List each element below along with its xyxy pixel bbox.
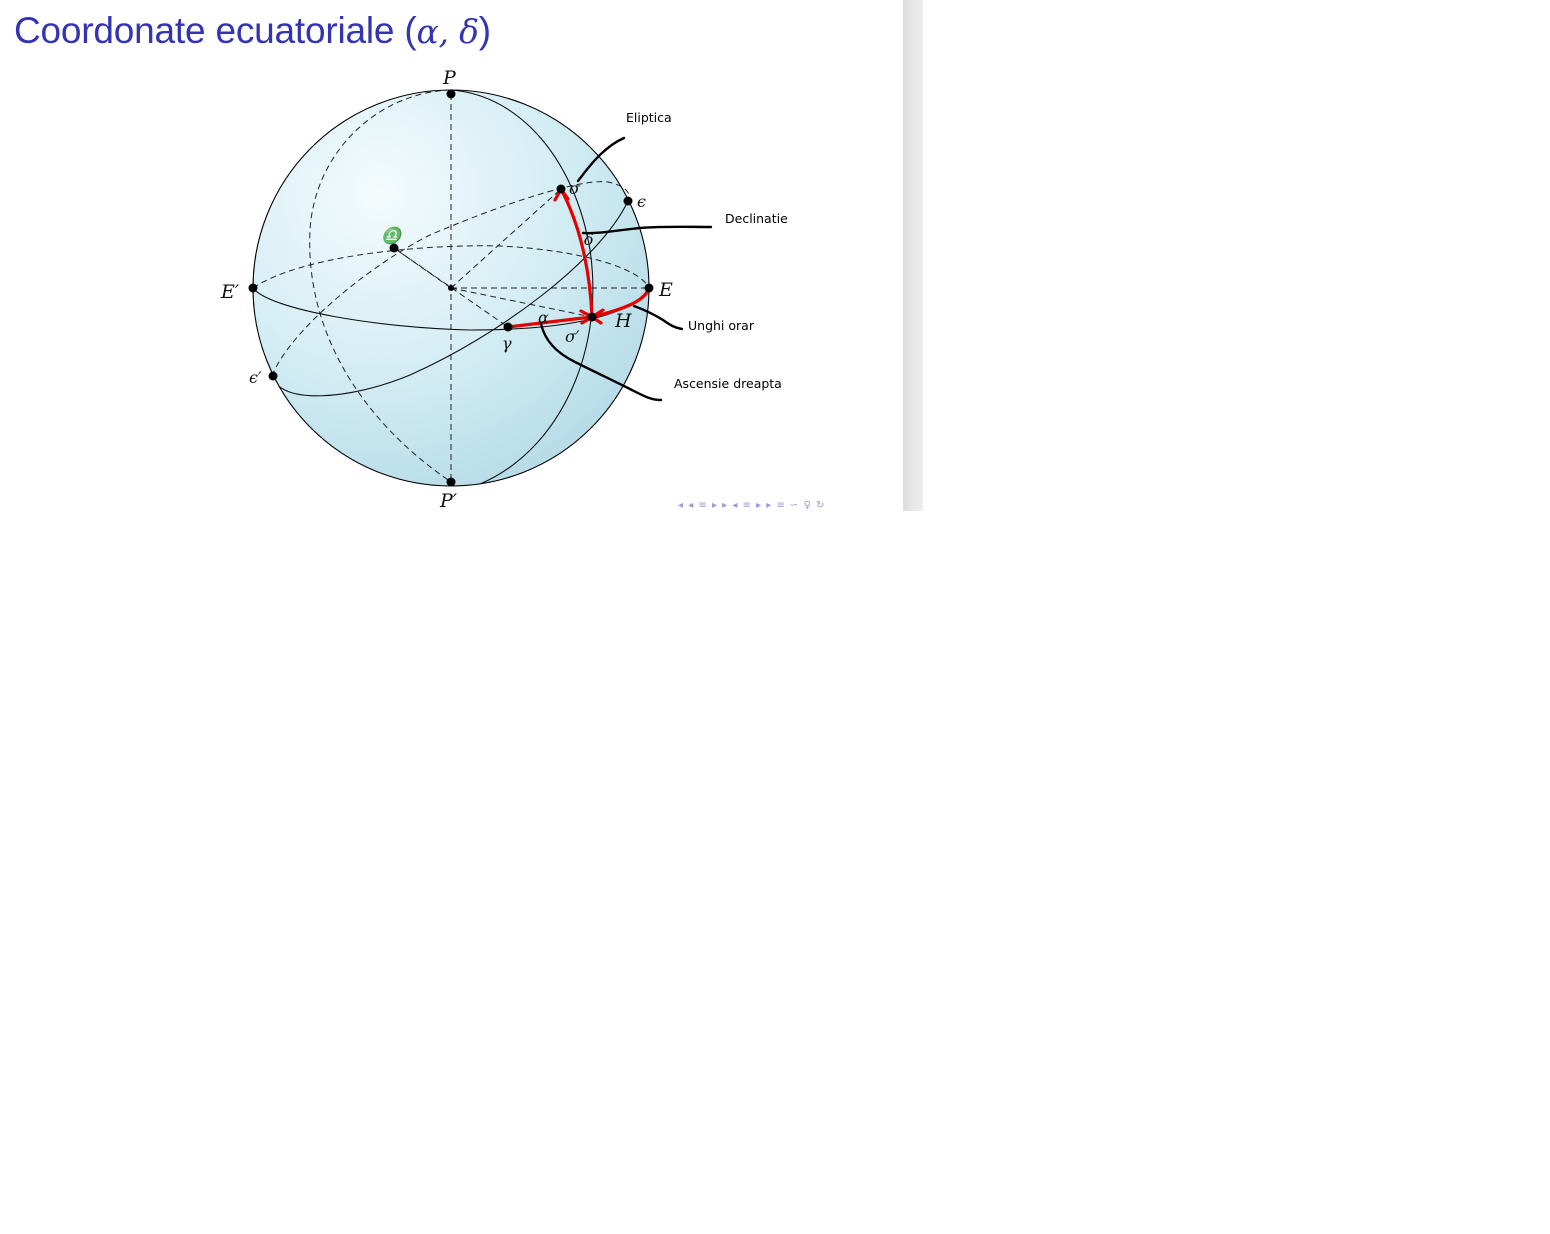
label-E: E [658,279,673,301]
point-E-prime [248,283,258,293]
point-E [644,283,654,293]
label-P: P [442,67,457,89]
point-sigma-prime [587,312,597,322]
label-alpha: α [538,308,549,327]
annotation-ecliptic: Eliptica [626,110,672,125]
point-epsilon [623,196,633,206]
point-gamma [503,322,513,332]
label-sigma-prime: σ′ [565,327,580,346]
celestial-sphere-diagram: P P′ E E′ ϵ ϵ′ σ σ′ γ ♎ H α δ Eliptica D… [220,67,788,511]
point-sigma [556,184,566,194]
point-epsilon-prime [268,371,278,381]
vertical-scrollbar[interactable] [903,0,923,511]
point-P-prime [446,477,456,487]
slide: Coordonate ecuatoriale (α, δ) P P′ E E′ … [0,0,903,511]
point-center [448,285,454,291]
label-H: H [614,310,632,332]
label-E-prime: E′ [220,281,240,303]
label-P-prime: P′ [439,490,458,511]
label-gamma: γ [502,334,512,353]
annotation-declination: Declinatie [725,211,788,226]
annotation-hour-angle: Unghi orar [688,318,755,333]
label-epsilon-prime: ϵ′ [249,368,262,387]
annotation-right-ascension: Ascensie dreapta [674,376,782,391]
label-libra: ♎ [381,226,404,245]
label-epsilon: ϵ [637,192,646,211]
label-sigma: σ [569,179,581,198]
beamer-navigation-bar[interactable]: ◂ ◂ ≡ ▸ ▸ ◂ ≡ ▸ ▸ ≡ ∽ ♀ ↻ [678,500,826,511]
point-P [446,89,456,99]
